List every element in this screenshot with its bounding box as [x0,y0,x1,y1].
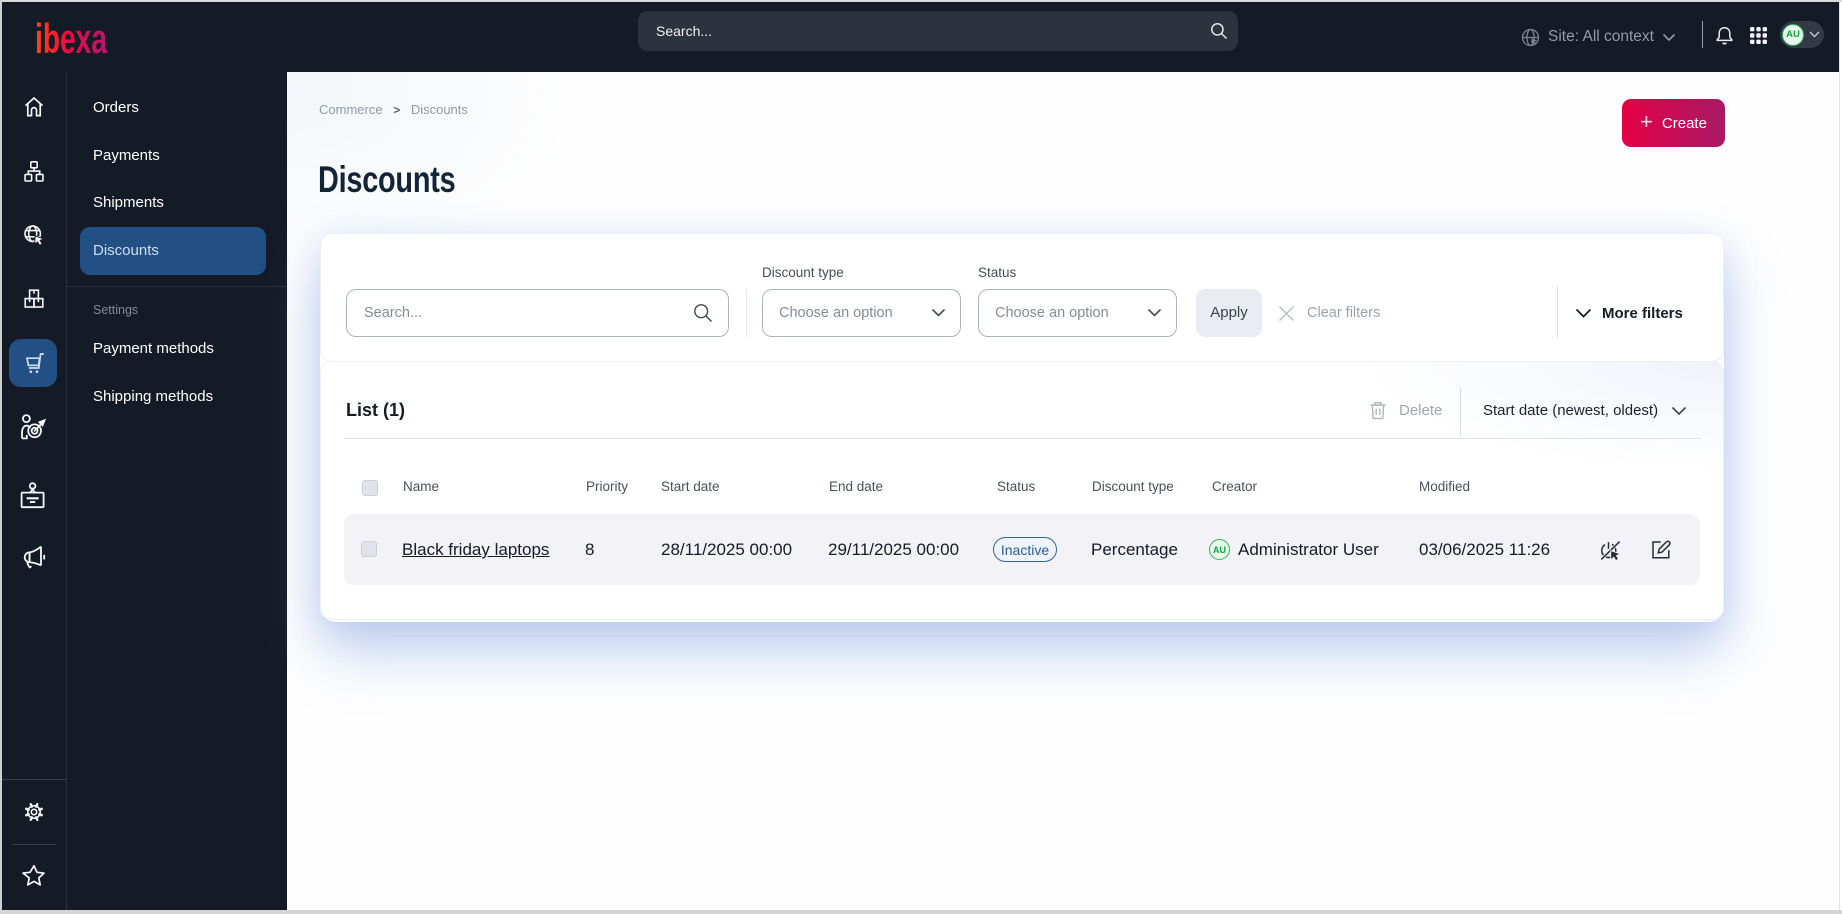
svg-text:ibexa: ibexa [35,16,107,54]
